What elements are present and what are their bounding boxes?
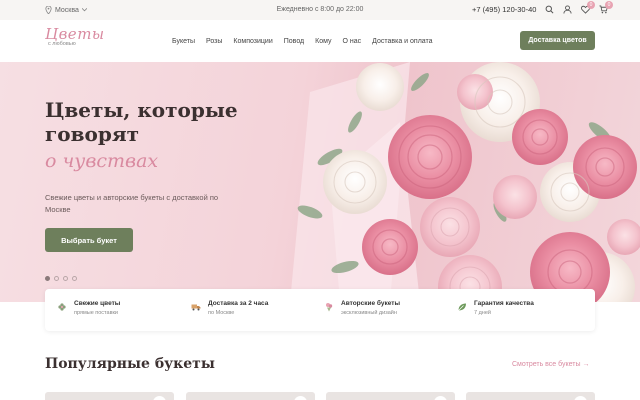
feature-fresh: Свежие цветы прямые поставки bbox=[57, 300, 120, 316]
favorites-badge: 0 bbox=[587, 1, 595, 9]
hero-title: Цветы, которые говорят bbox=[45, 98, 238, 146]
main-header: Цветы с любовью Букеты Розы Композиции П… bbox=[0, 20, 640, 62]
nav-item-bouquets[interactable]: Букеты bbox=[172, 38, 195, 45]
feature-subtitle: эксклюзивный дизайн bbox=[341, 310, 397, 316]
choose-bouquet-button[interactable]: Выбрать букет bbox=[45, 228, 133, 252]
feature-author: Авторские букеты эксклюзивный дизайн bbox=[324, 300, 400, 316]
nav-item-compositions[interactable]: Композиции bbox=[233, 38, 272, 45]
hero-title-line1: Цветы, которые bbox=[45, 98, 238, 122]
feature-title: Гарантия качества bbox=[474, 300, 534, 307]
hero-title-line2: говорят bbox=[45, 122, 139, 146]
favorite-toggle-button[interactable] bbox=[434, 396, 447, 400]
features-bar: Свежие цветы прямые поставки Доставка за… bbox=[45, 289, 595, 331]
feature-subtitle: прямые поставки bbox=[74, 310, 118, 316]
feature-guarantee: Гарантия качества 7 дней bbox=[457, 300, 534, 316]
site-logo[interactable]: Цветы с любовью bbox=[45, 25, 105, 55]
bouquet-icon bbox=[326, 303, 333, 312]
user-icon bbox=[562, 4, 572, 14]
nav-item-roses[interactable]: Розы bbox=[206, 38, 222, 45]
product-card[interactable] bbox=[466, 392, 595, 400]
feature-title: Свежие цветы bbox=[74, 300, 121, 307]
search-button[interactable] bbox=[544, 4, 554, 14]
nav-item-recipient[interactable]: Кому bbox=[315, 38, 331, 45]
favorite-toggle-button[interactable] bbox=[574, 396, 587, 400]
hero-banner: Цветы, которые говорят о чувствах Свежие… bbox=[0, 62, 640, 302]
slider-dot-2[interactable] bbox=[54, 276, 59, 281]
phone-number[interactable]: +7 (495) 120-30-40 bbox=[472, 5, 536, 14]
feature-delivery: Доставка за 2 часа по Москве bbox=[191, 300, 268, 316]
leaf-icon bbox=[458, 303, 466, 311]
slider-pagination bbox=[45, 276, 77, 281]
search-icon bbox=[545, 5, 553, 13]
slider-dot-3[interactable] bbox=[63, 276, 68, 281]
top-bar: Москва Ежедневно с 8:00 до 22:00 +7 (495… bbox=[0, 0, 640, 20]
feature-title: Доставка за 2 часа bbox=[208, 300, 269, 307]
popular-section-title: Популярные букеты bbox=[45, 356, 215, 372]
cart-badge: 0 bbox=[605, 1, 613, 9]
truck-icon bbox=[191, 304, 201, 311]
hero-description: Свежие цветы и авторские букеты с достав… bbox=[45, 193, 219, 214]
slider-dot-1[interactable] bbox=[45, 276, 50, 281]
bouquet-image bbox=[290, 62, 640, 302]
feature-subtitle: по Москве bbox=[208, 310, 235, 316]
favorites-button[interactable]: 0 bbox=[580, 1, 595, 14]
product-card[interactable] bbox=[186, 392, 315, 400]
feature-subtitle: 7 дней bbox=[474, 310, 491, 316]
nav-item-delivery[interactable]: Доставка и оплата bbox=[372, 38, 432, 45]
hero-title-script: о чувствах bbox=[45, 150, 159, 172]
feature-title: Авторские букеты bbox=[341, 300, 400, 307]
flower-icon bbox=[58, 303, 66, 311]
view-all-bouquets-link[interactable]: Смотреть все букеты → bbox=[512, 361, 589, 368]
account-button[interactable] bbox=[562, 4, 572, 14]
favorite-toggle-button[interactable] bbox=[153, 396, 166, 400]
product-card[interactable] bbox=[326, 392, 455, 400]
slider-dot-4[interactable] bbox=[72, 276, 77, 281]
nav-item-about[interactable]: О нас bbox=[343, 38, 362, 45]
favorite-toggle-button[interactable] bbox=[294, 396, 307, 400]
main-nav: Букеты Розы Композиции Повод Кому О нас … bbox=[172, 38, 433, 45]
delivery-cta-button[interactable]: Доставка цветов bbox=[520, 31, 595, 50]
nav-item-occasion[interactable]: Повод bbox=[284, 38, 304, 45]
cart-button[interactable]: 0 bbox=[598, 1, 613, 14]
product-card[interactable] bbox=[45, 392, 174, 400]
